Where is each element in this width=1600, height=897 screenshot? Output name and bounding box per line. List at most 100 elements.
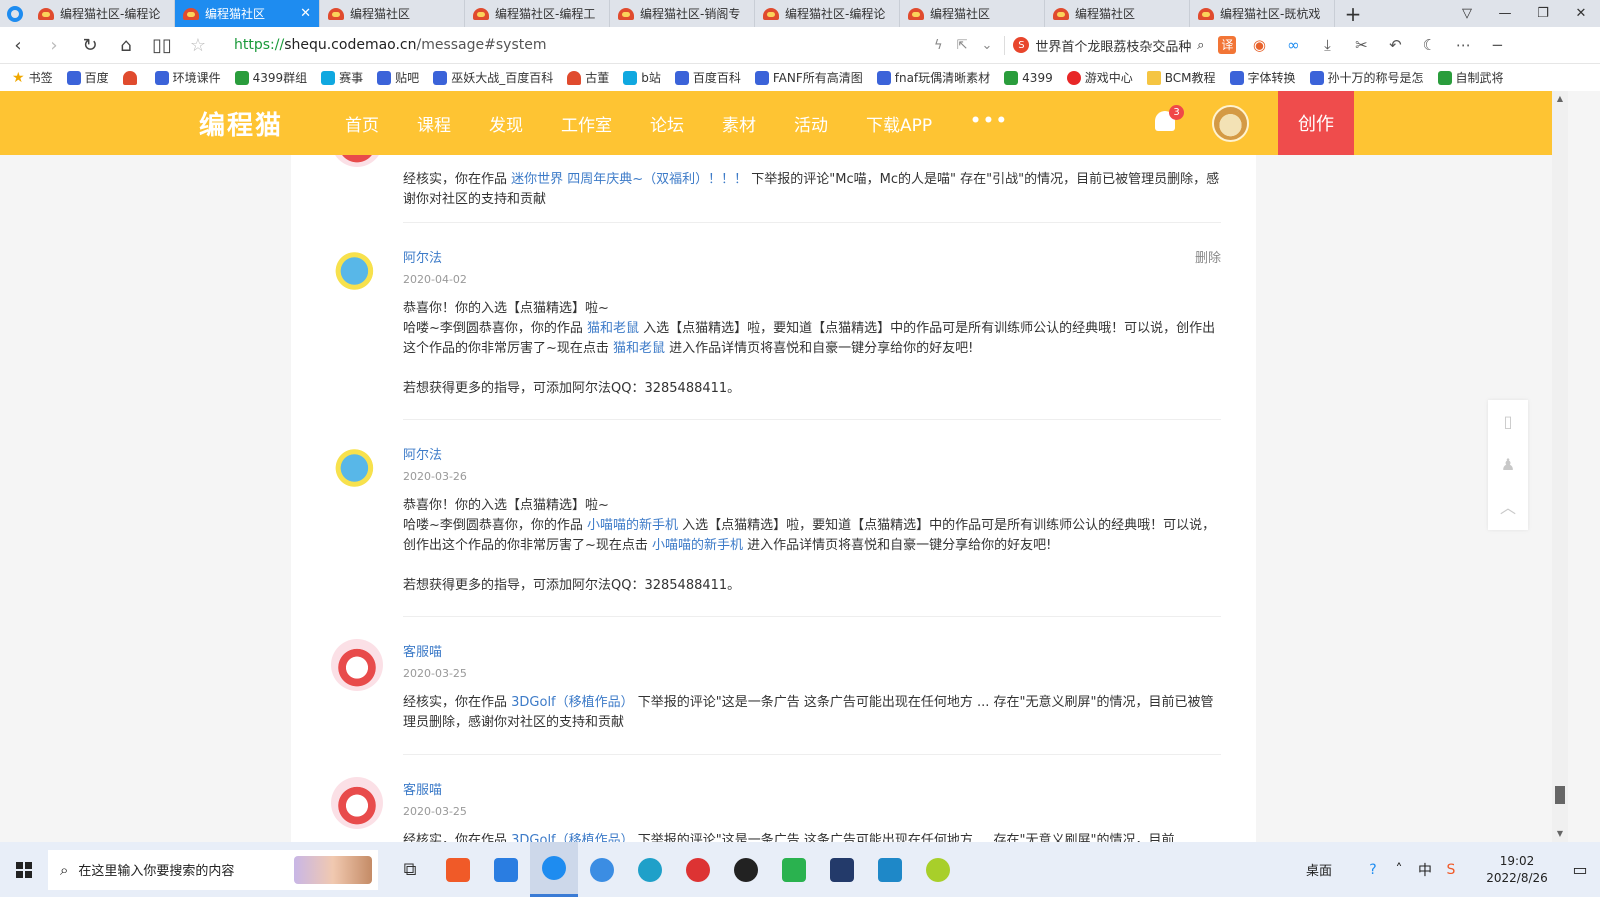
- feishu-app-icon[interactable]: [482, 842, 530, 897]
- message-author[interactable]: 客服喵: [403, 779, 442, 798]
- wechat-app-icon[interactable]: [770, 842, 818, 897]
- bookmark-item[interactable]: BCM教程: [1146, 69, 1216, 86]
- bookmark-item[interactable]: FANF所有高清图: [754, 69, 863, 86]
- favorites-icon[interactable]: ▽: [1448, 0, 1486, 27]
- qq-app-icon[interactable]: [722, 842, 770, 897]
- user-avatar[interactable]: [1212, 105, 1249, 142]
- 360-app-icon[interactable]: [578, 842, 626, 897]
- search-field[interactable]: S 世界首个龙眼荔枝杂交品种 ⌕: [1004, 35, 1204, 55]
- back-button[interactable]: ‹: [0, 35, 36, 56]
- site-logo[interactable]: 编程猫: [199, 105, 309, 142]
- scroll-thumb[interactable]: [1555, 786, 1565, 804]
- message-author[interactable]: 阿尔法: [403, 247, 442, 266]
- alfa-avatar[interactable]: [331, 442, 383, 494]
- bookmark-star-icon[interactable]: ☆: [180, 35, 216, 56]
- help-icon[interactable]: ?: [1360, 862, 1386, 878]
- chevron-up-icon[interactable]: ˄: [1386, 862, 1412, 878]
- bookmark-item[interactable]: 百度: [66, 69, 109, 86]
- bookmark-item[interactable]: 贴吧: [377, 69, 419, 86]
- browser-tab[interactable]: 编程猫社区-销阁专: [610, 0, 755, 27]
- nav-item[interactable]: 论坛: [650, 111, 684, 136]
- alfa-avatar[interactable]: [331, 245, 383, 297]
- bookmark-item[interactable]: 环境课件: [154, 69, 221, 86]
- bookmark-item[interactable]: 孙十万的称号是怎: [1309, 69, 1424, 86]
- qq-icon[interactable]: ♟: [1488, 443, 1528, 486]
- back-to-top-icon[interactable]: ︿: [1488, 486, 1528, 529]
- undo-icon[interactable]: ↶: [1384, 36, 1406, 54]
- browser-tab[interactable]: 编程猫社区-编程论: [30, 0, 175, 27]
- bookmark-item[interactable]: 游戏中心: [1066, 69, 1133, 86]
- bookmark-item[interactable]: 4399群组: [234, 69, 307, 86]
- browser-tab[interactable]: 编程猫社区-既杭戏: [1190, 0, 1335, 27]
- nav-more-button[interactable]: •••: [970, 111, 1009, 136]
- minimize-button[interactable]: —: [1486, 0, 1524, 27]
- reload-button[interactable]: ↻: [72, 35, 108, 56]
- sogou-tray-icon[interactable]: S: [1438, 862, 1464, 878]
- page-scrollbar[interactable]: ▲ ▼: [1552, 91, 1568, 842]
- nav-item[interactable]: 下载APP: [866, 111, 932, 136]
- menu-icon[interactable]: ⋯: [1452, 36, 1474, 54]
- download-icon[interactable]: ⤓: [1316, 36, 1338, 54]
- work-link[interactable]: 小喵喵的新手机: [587, 518, 678, 533]
- bookmark-item[interactable]: 古董: [567, 69, 609, 86]
- scroll-up-arrow-icon[interactable]: ▲: [1552, 91, 1568, 107]
- clock[interactable]: 19:02 2022/8/26: [1474, 853, 1560, 887]
- bookmark-item[interactable]: 自制武将: [1437, 69, 1504, 86]
- browser-tab[interactable]: 编程猫社区: [320, 0, 465, 27]
- store-app-icon[interactable]: [866, 842, 914, 897]
- edge-app-icon[interactable]: [626, 842, 674, 897]
- other-app-icon[interactable]: [914, 842, 962, 897]
- chevron-down-icon[interactable]: ⌄: [981, 38, 992, 53]
- taskbar-search[interactable]: ⌕ 在这里输入你要搜索的内容: [48, 849, 378, 890]
- share-icon[interactable]: ⇱: [957, 38, 968, 53]
- close-window-button[interactable]: ✕: [1562, 0, 1600, 27]
- kefu-avatar[interactable]: [331, 639, 383, 691]
- bookmark-item[interactable]: 赛事: [321, 69, 363, 86]
- lightning-icon[interactable]: ϟ: [934, 38, 943, 53]
- nav-item[interactable]: 素材: [722, 111, 756, 136]
- kefu-avatar[interactable]: [331, 155, 383, 167]
- gamepad-icon[interactable]: ◉: [1248, 36, 1270, 54]
- translate-icon[interactable]: 译: [1218, 36, 1237, 54]
- browser-app-icon[interactable]: [530, 842, 578, 897]
- bookmark-item[interactable]: [122, 70, 141, 85]
- search-icon[interactable]: ⌕: [1197, 38, 1204, 53]
- desktop-toolbar[interactable]: 桌面: [1306, 860, 1332, 879]
- home-button[interactable]: ⌂: [108, 35, 144, 56]
- new-tab-button[interactable]: +: [1335, 0, 1371, 27]
- bookmark-item[interactable]: 字体转换: [1229, 69, 1296, 86]
- netease-app-icon[interactable]: [674, 842, 722, 897]
- close-tab-icon[interactable]: ✕: [300, 6, 311, 21]
- scroll-down-arrow-icon[interactable]: ▼: [1552, 826, 1568, 842]
- browser-tab[interactable]: 编程猫社区-编程论: [755, 0, 900, 27]
- bookmark-item[interactable]: 4399: [1004, 70, 1053, 85]
- message-author[interactable]: 阿尔法: [403, 444, 442, 463]
- kefu-avatar[interactable]: [331, 777, 383, 829]
- delete-message-button[interactable]: 删除: [1195, 247, 1221, 266]
- maximize-button[interactable]: ❐: [1524, 0, 1562, 27]
- task-view-icon[interactable]: ⧉: [386, 842, 434, 897]
- nav-item[interactable]: 课程: [417, 111, 451, 136]
- browser-tab[interactable]: 编程猫社区: [900, 0, 1045, 27]
- browser-tab[interactable]: 编程猫社区 ✕: [175, 0, 320, 27]
- sogou-app-icon[interactable]: [434, 842, 482, 897]
- bookmark-item[interactable]: b站: [623, 69, 661, 86]
- nav-item[interactable]: 工作室: [561, 111, 612, 136]
- bookmark-item[interactable]: 百度百科: [674, 69, 741, 86]
- extension-icon[interactable]: ∞: [1282, 36, 1304, 54]
- start-button[interactable]: [0, 842, 48, 897]
- browser-tab[interactable]: 编程猫社区: [1045, 0, 1190, 27]
- browser-logo-icon[interactable]: [0, 0, 30, 27]
- night-mode-icon[interactable]: ☾: [1418, 36, 1440, 54]
- bookmark-item[interactable]: ★ 书签: [12, 69, 53, 86]
- nav-item[interactable]: 首页: [345, 111, 379, 136]
- work-link[interactable]: 猫和老鼠: [613, 341, 665, 356]
- work-link[interactable]: 3DGolf（移植作品）: [511, 695, 634, 710]
- reader-mode-icon[interactable]: ▯▯: [144, 35, 180, 56]
- work-link[interactable]: 3DGolf（移植作品）: [511, 833, 634, 842]
- bell-icon[interactable]: 3: [1155, 105, 1184, 135]
- nav-item[interactable]: 发现: [489, 111, 523, 136]
- devcpp-app-icon[interactable]: [818, 842, 866, 897]
- work-link[interactable]: 小喵喵的新手机: [652, 538, 743, 553]
- ime-indicator[interactable]: 中: [1412, 860, 1438, 880]
